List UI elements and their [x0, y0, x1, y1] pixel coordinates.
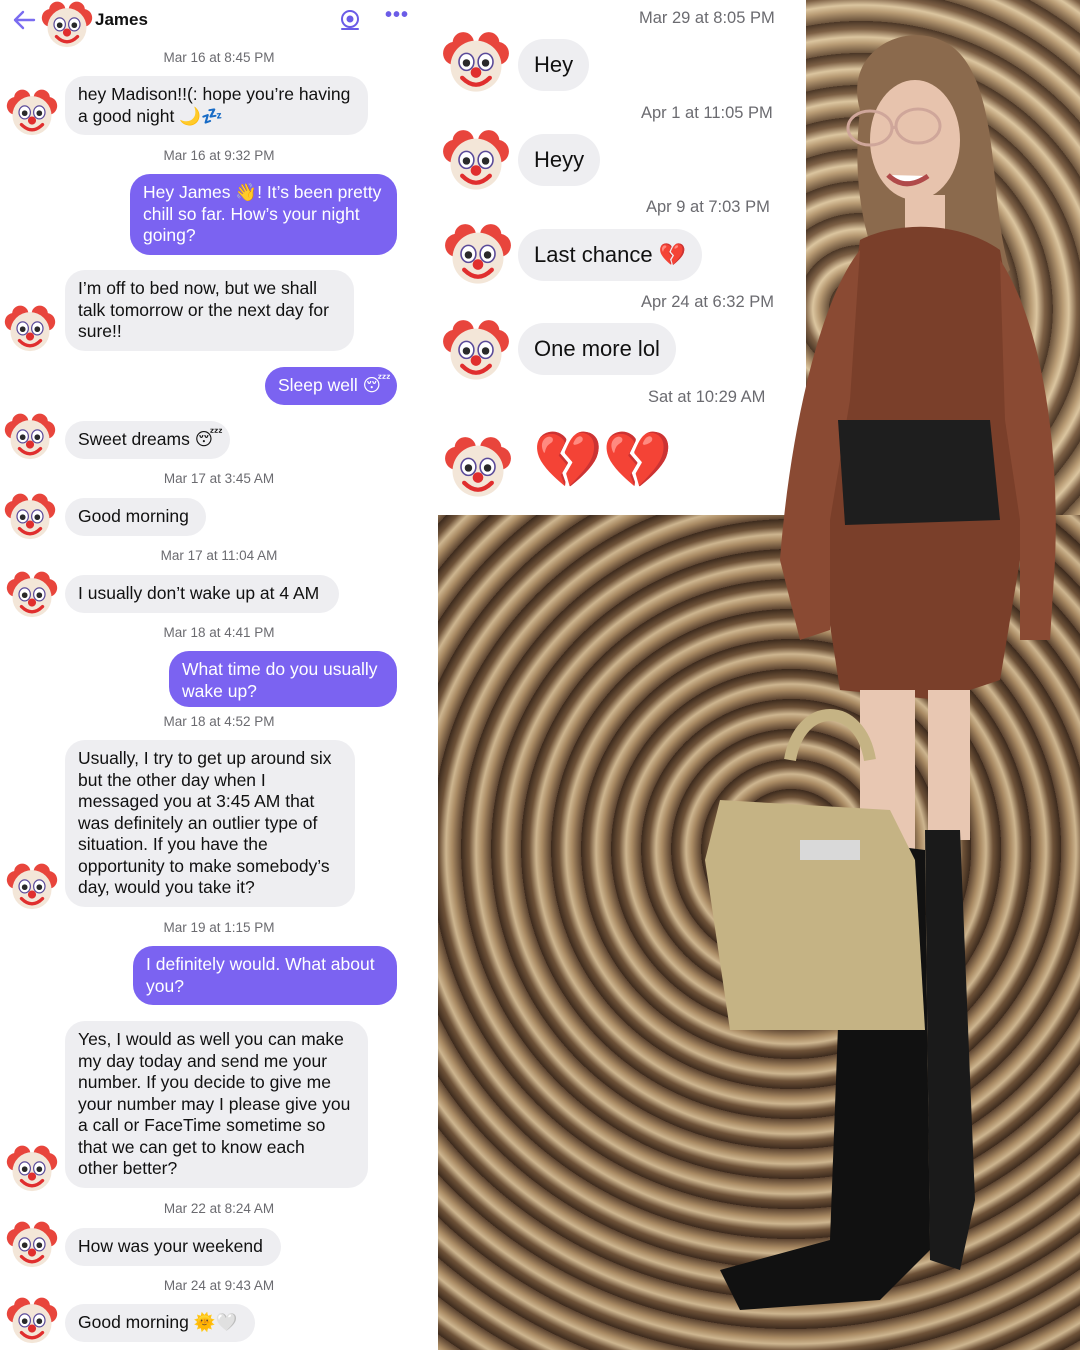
outgoing-message[interactable]: What time do you usually wake up?	[169, 651, 397, 707]
message-line: Usually, I try to get up around six	[78, 748, 332, 768]
incoming-message[interactable]: I’m off to bed now, but we shall talk to…	[65, 270, 354, 351]
clown-avatar	[6, 1220, 58, 1272]
left-chat-screenshot: James ••• Mar 16 at 8:45 PM Mar 16 at 9:…	[0, 0, 438, 1350]
clown-avatar	[6, 1144, 58, 1196]
clown-avatar	[6, 570, 58, 622]
message-line: talk tomorrow or the next day for	[78, 299, 329, 320]
broken-hearts-message[interactable]: 💔💔	[533, 430, 672, 490]
message-line: opportunity to make somebody’s	[78, 855, 330, 876]
timestamp: Mar 24 at 9:43 AM	[163, 1278, 275, 1293]
snakeskin-background	[438, 515, 1080, 1350]
incoming-message[interactable]: Heyy	[518, 134, 601, 186]
clown-avatar	[444, 222, 512, 290]
outgoing-message[interactable]: Sleep well 😴	[265, 367, 397, 405]
message-line: going?	[143, 225, 196, 245]
message-line: day, would you take it?	[78, 877, 255, 897]
timestamp: Mar 17 at 3:45 AM	[163, 471, 275, 486]
clown-avatar	[6, 1296, 58, 1348]
arrow-left-icon[interactable]	[10, 6, 38, 34]
incoming-message[interactable]: Usually, I try to get up around six but …	[65, 740, 355, 907]
outgoing-message[interactable]: I definitely would. What about you?	[133, 946, 397, 1005]
message-line: wake up?	[182, 680, 257, 701]
timestamp: Sat at 10:29 AM	[648, 388, 766, 406]
contact-name[interactable]: James	[95, 10, 148, 30]
incoming-message[interactable]: Good morning 🌞🤍	[65, 1304, 255, 1342]
message-line: I definitely would. What about	[146, 954, 375, 974]
message-line: What time do you usually	[182, 659, 378, 679]
message-line: your number may I please give you	[78, 1093, 351, 1114]
timestamp: Apr 24 at 6:32 PM	[641, 293, 774, 311]
message-line: that we can get to know each	[78, 1136, 305, 1157]
message-line: Good morning 🌞🤍	[78, 1312, 238, 1332]
clown-avatar	[4, 492, 56, 544]
message-line: I usually don’t wake up at 4 AM	[78, 583, 320, 603]
broadcast-icon[interactable]	[338, 8, 362, 32]
clown-avatar	[444, 435, 512, 503]
clown-avatar	[4, 304, 56, 356]
incoming-message[interactable]: Sweet dreams 😴	[65, 421, 230, 459]
clown-avatar	[6, 862, 58, 914]
incoming-message[interactable]: One more lol	[518, 323, 676, 375]
snakeskin-background-top	[806, 0, 1080, 515]
message-line: Good morning	[78, 506, 189, 526]
message-line: my day today and send me your	[78, 1050, 328, 1071]
message-line: Yes, I would as well you can make	[78, 1029, 344, 1049]
contact-avatar[interactable]	[41, 0, 93, 52]
message-line: but the other day when I	[78, 769, 266, 790]
timestamp: Mar 29 at 8:05 PM	[639, 9, 775, 27]
message-line: number. If you decide to give me	[78, 1072, 331, 1092]
timestamp: Mar 18 at 4:41 PM	[163, 625, 275, 640]
clown-avatar	[4, 412, 56, 464]
timestamp: Mar 16 at 9:32 PM	[163, 148, 275, 163]
incoming-message[interactable]: I usually don’t wake up at 4 AM	[65, 575, 339, 613]
message-line: How was your weekend	[78, 1236, 263, 1256]
message-line: Hey James 👋! It’s been pretty	[143, 182, 382, 202]
message-line: messaged you at 3:45 AM that	[78, 791, 315, 811]
right-chat-screenshot: Mar 29 at 8:05 PM Hey Apr 1 at 11:05 PM …	[438, 0, 806, 515]
timestamp: Mar 17 at 11:04 AM	[160, 548, 278, 563]
clown-avatar	[442, 30, 510, 98]
more-options-icon[interactable]: •••	[385, 4, 409, 27]
message-line: a good night 🌙💤	[78, 105, 223, 126]
message-line: hey Madison!!(: hope you’re having	[78, 84, 351, 104]
clown-avatar	[442, 318, 510, 386]
timestamp: Apr 1 at 11:05 PM	[641, 104, 773, 122]
message-line: situation. If you have the	[78, 834, 268, 854]
timestamp: Mar 22 at 8:24 AM	[163, 1201, 275, 1216]
message-line: a call or FaceTime sometime so	[78, 1115, 326, 1135]
incoming-message[interactable]: Good morning	[65, 498, 206, 536]
incoming-message[interactable]: How was your weekend	[65, 1228, 281, 1266]
clown-avatar	[6, 88, 58, 140]
message-line: other better?	[78, 1158, 178, 1178]
message-line: was definitely an outlier type of	[78, 812, 318, 833]
chat-header: James •••	[0, 0, 438, 48]
message-line: you?	[146, 975, 184, 996]
message-line: I’m off to bed now, but we shall	[78, 278, 317, 298]
incoming-message[interactable]: hey Madison!!(: hope you’re having a goo…	[65, 76, 368, 135]
timestamp: Mar 19 at 1:15 PM	[163, 920, 275, 935]
timestamp: Mar 18 at 4:52 PM	[163, 714, 275, 729]
timestamp: Mar 16 at 8:45 PM	[163, 50, 275, 65]
clown-avatar	[442, 128, 510, 196]
outgoing-message[interactable]: Hey James 👋! It’s been pretty chill so f…	[130, 174, 397, 255]
message-line: sure!!	[78, 321, 122, 341]
incoming-message[interactable]: Last chance 💔	[518, 229, 703, 281]
message-line: Sweet dreams 😴	[78, 429, 223, 449]
message-line: chill so far. How’s your night	[143, 203, 360, 224]
message-line: Sleep well 😴	[278, 375, 391, 395]
incoming-message[interactable]: Hey	[518, 39, 590, 91]
timestamp: Apr 9 at 7:03 PM	[646, 198, 770, 216]
incoming-message[interactable]: Yes, I would as well you can make my day…	[65, 1021, 368, 1188]
